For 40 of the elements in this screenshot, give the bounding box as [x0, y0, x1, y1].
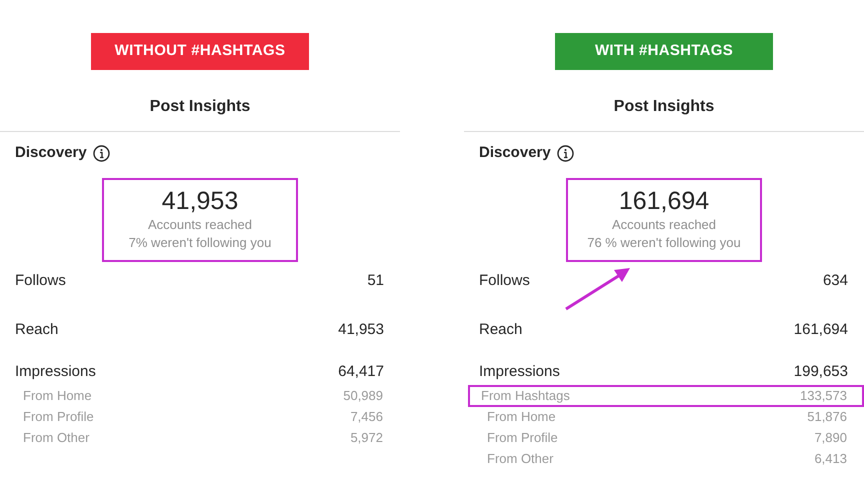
- metric-label: Reach: [479, 320, 522, 339]
- metric-value: 161,694: [794, 320, 848, 339]
- metric-label: Impressions: [479, 362, 560, 381]
- metric-value: 634: [822, 271, 848, 290]
- section-heading: Discovery: [479, 142, 551, 163]
- metric-label: Follows: [15, 271, 66, 290]
- metric-value: 64,417: [338, 362, 384, 381]
- reach-label: Accounts reached: [610, 216, 718, 234]
- reach-count: 161,694: [618, 186, 710, 216]
- source-value: 50,989: [343, 387, 383, 406]
- reach-note: 7% weren't following you: [128, 234, 272, 252]
- source-label: From Profile: [487, 429, 558, 448]
- reach-label: Accounts reached: [146, 216, 254, 234]
- page-title: Post Insights: [612, 97, 716, 117]
- metric-label: Impressions: [15, 362, 96, 381]
- source-label: From Other: [23, 429, 90, 448]
- source-label: From Home: [23, 387, 92, 406]
- page-title: Post Insights: [148, 97, 252, 117]
- source-value: 5,972: [350, 429, 383, 448]
- metric-value: 41,953: [338, 320, 384, 339]
- source-value: 6,413: [814, 450, 847, 468]
- reach-note: 76 % weren't following you: [586, 234, 742, 252]
- metric-value: 199,653: [794, 362, 848, 381]
- section-heading: Discovery: [15, 142, 87, 163]
- source-value: 7,890: [814, 429, 847, 448]
- source-label: From Other: [487, 450, 554, 468]
- source-value: 7,456: [350, 408, 383, 426]
- source-value: 51,876: [807, 408, 847, 426]
- banner-label: WITH #HASHTAGS: [555, 33, 773, 70]
- source-label: From Home: [487, 408, 556, 426]
- metric-value: 51: [367, 271, 384, 290]
- banner-label: WITHOUT #HASHTAGS: [91, 33, 309, 70]
- source-value: 133,573: [800, 387, 847, 406]
- info-icon[interactable]: [92, 144, 110, 162]
- source-label: From Hashtags: [481, 387, 570, 406]
- metric-label: Follows: [479, 271, 530, 290]
- reach-count: 41,953: [160, 186, 240, 216]
- metric-label: Reach: [15, 320, 58, 339]
- source-label: From Profile: [23, 408, 94, 426]
- info-icon[interactable]: [556, 144, 574, 162]
